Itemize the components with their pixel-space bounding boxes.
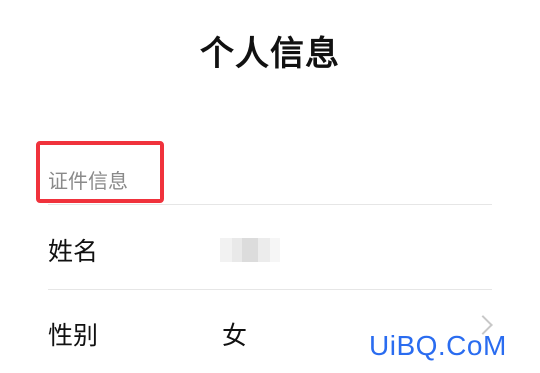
watermark: UiBQ.CoM xyxy=(369,330,507,361)
row-label-name: 姓名 xyxy=(48,237,99,266)
divider xyxy=(48,289,492,290)
row-label-gender: 性别 xyxy=(48,321,99,350)
page-title: 个人信息 xyxy=(200,34,340,74)
divider xyxy=(48,204,492,205)
highlight-annotation-box xyxy=(36,141,164,203)
row-value-gender: 女 xyxy=(222,321,248,350)
blurred-name-value xyxy=(220,238,280,262)
